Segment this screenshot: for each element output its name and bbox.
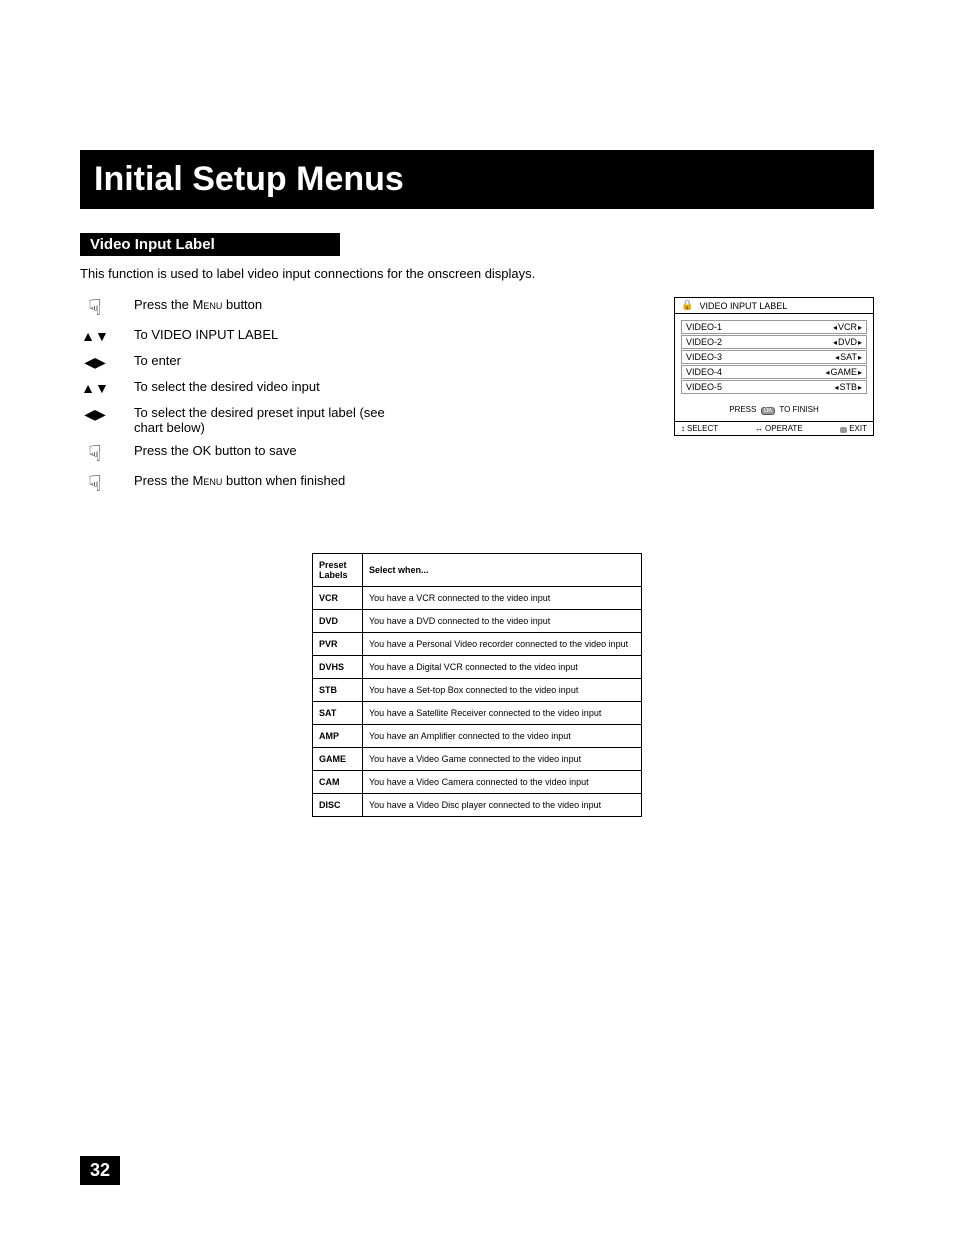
osd-row: VIDEO-5STB <box>681 380 867 394</box>
osd-footer-exit: EXIT <box>840 424 867 433</box>
table-row: DISCYou have a Video Disc player connect… <box>313 794 642 817</box>
step: ▲▼ To select the desired video input <box>80 379 644 397</box>
step-text: To select the desired preset input label… <box>134 405 394 435</box>
osd-finish-text: PRESS OK TO FINISH <box>675 397 873 421</box>
step: ☟ Press the OK button to save <box>80 443 644 465</box>
steps-column: ☟ Press the Menu button ▲▼ To VIDEO INPU… <box>80 297 644 503</box>
leftright-icon: ↔ <box>755 424 763 433</box>
osd-column: 🔒 VIDEO INPUT LABEL VIDEO-1VCR VIDEO-2DV… <box>674 297 874 436</box>
updown-icon: ▲▼ <box>80 379 110 397</box>
table-row: DVHSYou have a Digital VCR connected to … <box>313 656 642 679</box>
step-text: Press the Menu button when finished <box>134 473 345 488</box>
ok-icon: OK <box>761 407 776 415</box>
content-columns: ☟ Press the Menu button ▲▼ To VIDEO INPU… <box>80 297 874 503</box>
page-number: 32 <box>80 1156 120 1185</box>
title-bar: Initial Setup Menus <box>80 150 874 209</box>
step: ◀▶ To select the desired preset input la… <box>80 405 644 435</box>
table-row: GAMEYou have a Video Game connected to t… <box>313 748 642 771</box>
updown-icon: ↕ <box>681 424 685 433</box>
leftright-icon: ◀▶ <box>80 405 110 423</box>
osd-footer: ↕SELECT ↔OPERATE EXIT <box>675 421 873 435</box>
step-text: Press the Menu button <box>134 297 262 312</box>
step-text: To enter <box>134 353 181 368</box>
hand-icon: ☟ <box>80 473 110 495</box>
osd-footer-select: ↕SELECT <box>681 424 718 433</box>
osd-footer-operate: ↔OPERATE <box>755 424 803 433</box>
page-title: Initial Setup Menus <box>80 156 418 203</box>
step-text: Press the OK button to save <box>134 443 297 458</box>
table-header-row: Preset Labels Select when... <box>313 554 642 587</box>
table-row: DVDYou have a DVD connected to the video… <box>313 610 642 633</box>
updown-icon: ▲▼ <box>80 327 110 345</box>
table-row: SATYou have a Satellite Receiver connect… <box>313 702 642 725</box>
page: Initial Setup Menus Video Input Label Th… <box>0 0 954 1235</box>
table-row: STBYou have a Set-top Box connected to t… <box>313 679 642 702</box>
step-text: To select the desired video input <box>134 379 320 394</box>
osd-row: VIDEO-2DVD <box>681 335 867 349</box>
section-heading: Video Input Label <box>80 233 340 256</box>
header-select-when: Select when... <box>363 554 642 587</box>
osd-title-text: VIDEO INPUT LABEL <box>699 301 787 311</box>
table-row: AMPYou have an Amplifier connected to th… <box>313 725 642 748</box>
table-row: PVRYou have a Personal Video recorder co… <box>313 633 642 656</box>
table-row: VCRYou have a VCR connected to the video… <box>313 587 642 610</box>
preset-table: Preset Labels Select when... VCRYou have… <box>312 553 642 817</box>
step: ◀▶ To enter <box>80 353 644 371</box>
lock-icon: 🔒 <box>681 300 693 311</box>
step-text: To VIDEO INPUT LABEL <box>134 327 278 342</box>
step: ☟ Press the Menu button <box>80 297 644 319</box>
header-preset-labels: Preset Labels <box>313 554 363 587</box>
osd-title-row: 🔒 VIDEO INPUT LABEL <box>675 298 873 314</box>
intro-text: This function is used to label video inp… <box>80 266 874 281</box>
osd-row: VIDEO-4GAME <box>681 365 867 379</box>
osd-list: VIDEO-1VCR VIDEO-2DVD VIDEO-3SAT VIDEO-4… <box>675 314 873 397</box>
step: ☟ Press the Menu button when finished <box>80 473 644 495</box>
osd-panel: 🔒 VIDEO INPUT LABEL VIDEO-1VCR VIDEO-2DV… <box>674 297 874 436</box>
leftright-icon: ◀▶ <box>80 353 110 371</box>
table-row: CAMYou have a Video Camera connected to … <box>313 771 642 794</box>
hand-icon: ☟ <box>80 297 110 319</box>
osd-row: VIDEO-3SAT <box>681 350 867 364</box>
osd-row: VIDEO-1VCR <box>681 320 867 334</box>
step: ▲▼ To VIDEO INPUT LABEL <box>80 327 644 345</box>
exit-icon <box>840 427 848 433</box>
hand-icon: ☟ <box>80 443 110 465</box>
